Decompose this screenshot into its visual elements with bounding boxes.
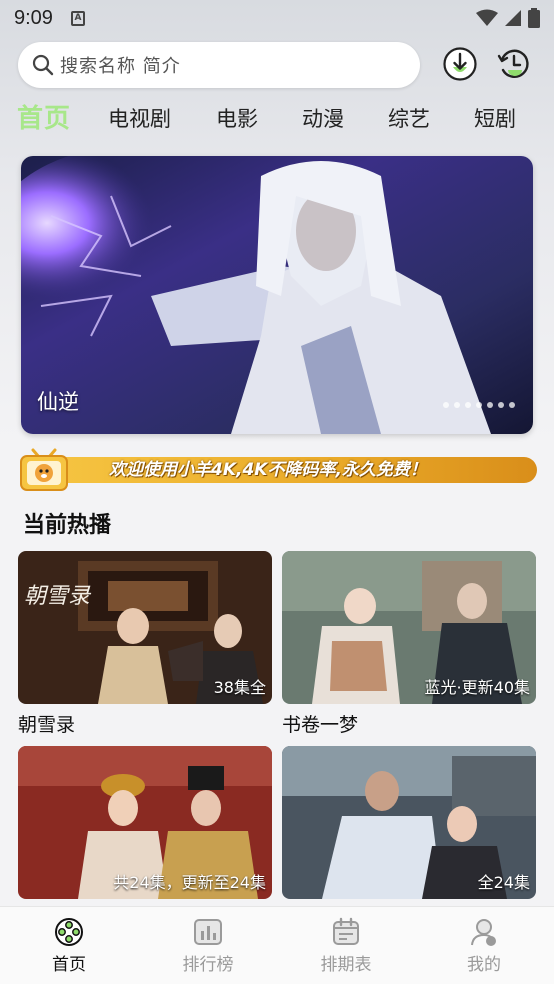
nav-label: 排期表: [320, 955, 372, 975]
video-poster: 朝雪录 38集全: [18, 551, 272, 704]
carousel-dot[interactable]: [476, 402, 482, 408]
tab-anime[interactable]: 动漫: [302, 98, 344, 140]
nav-schedule[interactable]: 排期表: [306, 917, 386, 975]
video-card[interactable]: 共24集，更新至24集: [18, 746, 272, 899]
carousel-indicator: [443, 402, 515, 408]
nav-profile[interactable]: 我的: [444, 917, 524, 975]
tv-mascot-icon: [20, 448, 68, 491]
episode-badge: 全24集: [477, 873, 530, 892]
status-bar: 9:09 A: [0, 0, 554, 36]
carousel-dot[interactable]: [443, 402, 449, 408]
video-card[interactable]: 全24集: [282, 746, 536, 899]
film-reel-icon: [55, 918, 83, 946]
category-tabs: 首页 电视剧 电影 动漫 综艺 短剧: [0, 98, 554, 140]
nav-label: 排行榜: [182, 955, 234, 975]
tab-variety[interactable]: 综艺: [388, 98, 430, 140]
video-poster: 共24集，更新至24集: [18, 746, 272, 899]
search-icon: [32, 54, 54, 76]
poster-overlay-title: 朝雪录: [24, 584, 92, 609]
video-card[interactable]: 蓝光·更新40集 书卷一梦: [282, 551, 536, 737]
section-title-hot: 当前热播: [23, 513, 112, 538]
video-poster: 全24集: [282, 746, 536, 899]
calendar-icon: [333, 917, 359, 945]
status-time: 9:09: [14, 6, 53, 29]
chart-icon: [194, 919, 222, 945]
announcement-text: 欢迎使用小羊4K,4K不降码率,永久免费！: [109, 460, 427, 480]
bottom-navigation: 首页 排行榜 排期表 我的: [0, 906, 554, 984]
carousel-dot[interactable]: [487, 402, 493, 408]
episode-badge: 38集全: [213, 678, 266, 697]
carousel-dot[interactable]: [465, 402, 471, 408]
carousel-dot[interactable]: [498, 402, 504, 408]
signal-icon: [505, 10, 521, 26]
video-poster: 蓝光·更新40集: [282, 551, 536, 704]
announcement-banner[interactable]: 欢迎使用小羊4K,4K不降码率,永久免费！: [19, 448, 537, 492]
wifi-icon: [476, 9, 498, 26]
search-placeholder: 搜索名称 简介: [60, 56, 181, 77]
episode-badge: 共24集，更新至24集: [113, 873, 266, 892]
carousel-dot[interactable]: [454, 402, 460, 408]
history-icon[interactable]: [496, 46, 532, 82]
tab-home[interactable]: 首页: [17, 98, 71, 140]
video-title: 朝雪录: [18, 714, 76, 736]
carousel-dot[interactable]: [509, 402, 515, 408]
episode-badge: 蓝光·更新40集: [424, 678, 530, 697]
notification-icon: A: [70, 10, 85, 26]
profile-icon: [471, 919, 496, 946]
banner-title: 仙逆: [37, 390, 79, 414]
nav-label: 我的: [467, 955, 501, 975]
nav-home[interactable]: 首页: [29, 917, 109, 975]
search-row: 搜索名称 简介: [18, 42, 538, 88]
tab-movies[interactable]: 电影: [216, 98, 258, 140]
download-icon[interactable]: [442, 46, 478, 82]
search-input[interactable]: 搜索名称 简介: [18, 42, 420, 88]
tab-short-drama[interactable]: 短剧: [474, 98, 516, 140]
battery-icon: [528, 8, 540, 28]
banner-image: [21, 156, 533, 434]
video-title: 书卷一梦: [282, 714, 359, 736]
nav-label: 首页: [52, 955, 86, 975]
video-card[interactable]: 朝雪录 38集全 朝雪录: [18, 551, 272, 737]
tab-tv-series[interactable]: 电视剧: [108, 98, 171, 140]
nav-ranking[interactable]: 排行榜: [168, 917, 248, 975]
featured-banner[interactable]: 仙逆: [21, 156, 533, 434]
